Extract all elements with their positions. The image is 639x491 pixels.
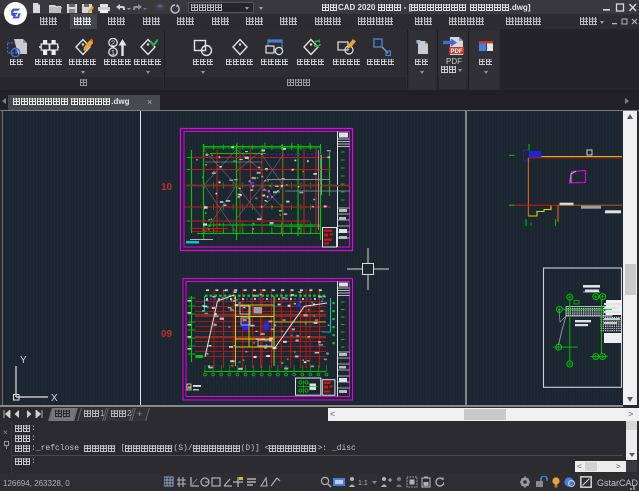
svg-text:10: 10 bbox=[161, 182, 173, 193]
svg-text:Y: Y bbox=[20, 355, 27, 366]
svg-text:1:1: 1:1 bbox=[358, 480, 368, 487]
svg-text:X: X bbox=[51, 393, 58, 404]
svg-text:PDF: PDF bbox=[451, 49, 463, 55]
svg-text:09: 09 bbox=[161, 329, 173, 340]
svg-text:2: 2 bbox=[111, 38, 115, 47]
svg-text:1: 1 bbox=[111, 48, 115, 57]
